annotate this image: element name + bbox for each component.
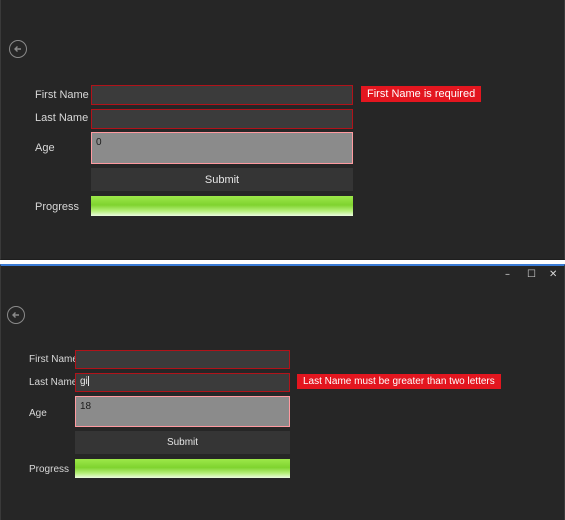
first-name-error: First Name is required [361,86,482,102]
back-button[interactable] [9,40,27,58]
back-arrow-icon [12,312,19,318]
age-label: Age [29,408,47,419]
last-name-field[interactable] [91,109,353,129]
maximize-icon: ☐ [527,269,536,280]
last-name-label: Last Name [29,377,78,388]
back-arrow-icon [14,46,21,52]
minimize-button[interactable]: – [505,269,510,280]
submit-button[interactable]: Submit [91,168,353,191]
first-name-field[interactable] [75,350,290,369]
progress-label: Progress [29,464,70,475]
last-name-value: gi [80,376,88,387]
age-field[interactable]: 0 [91,132,353,164]
age-field[interactable]: 18 [75,396,290,427]
progress-label: Progress [35,201,80,213]
last-name-error: Last Name must be greater than two lette… [297,374,501,389]
maximize-button[interactable]: ☐ [527,269,536,280]
text-caret [87,376,89,387]
last-name-field[interactable]: gi [75,373,290,392]
first-name-label: First Name [35,89,89,101]
first-name-label: First Name [29,354,78,365]
submit-button[interactable]: Submit [75,431,290,454]
first-name-field[interactable] [91,85,353,105]
close-icon: ✕ [549,269,558,280]
close-button[interactable]: ✕ [549,269,557,280]
progress-bar [75,459,290,478]
bottom-window: First Name Last Name gi Last Name must b… [0,264,565,520]
minimize-icon: – [505,269,510,280]
back-button[interactable] [7,306,25,324]
age-label: Age [35,142,55,154]
progress-bar [91,196,353,216]
last-name-label: Last Name [35,112,89,124]
top-window: First Name First Name is required Last N… [0,0,565,260]
